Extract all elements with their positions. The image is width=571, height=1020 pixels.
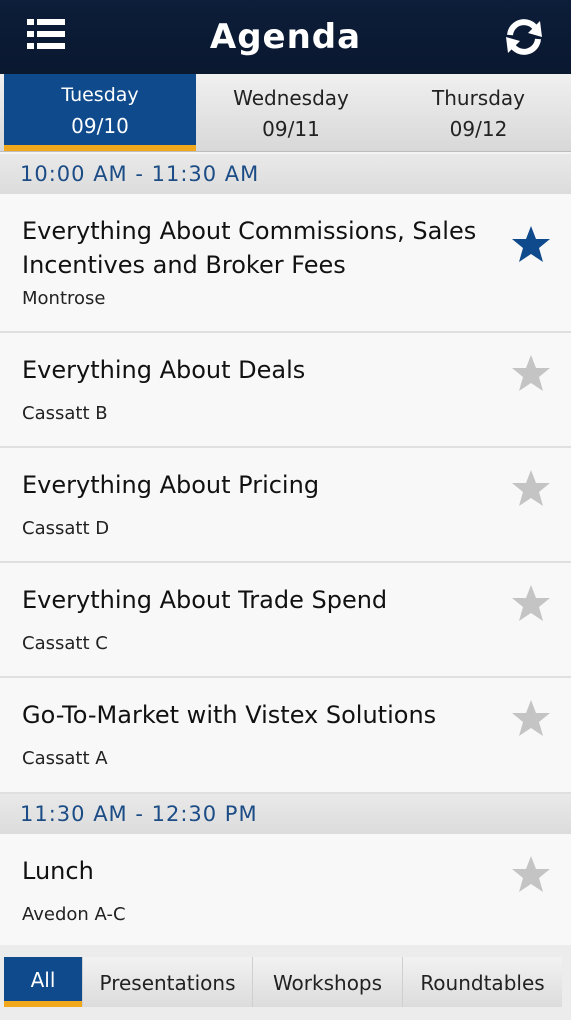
session-item[interactable]: Everything About Pricing Cassatt D <box>0 448 571 563</box>
session-title: Go-To-Market with Vistex Solutions <box>22 701 437 729</box>
filter-all[interactable]: All <box>4 957 82 1007</box>
tab-day-name: Thursday <box>432 86 525 110</box>
tab-wednesday[interactable]: Wednesday 09/11 <box>196 74 386 151</box>
session-title: Everything About Deals <box>22 356 306 384</box>
time-slot-header: 11:30 AM - 12:30 PM <box>0 794 571 834</box>
session-room: Cassatt A <box>22 748 108 769</box>
session-title: Everything About Pricing <box>22 471 320 499</box>
session-item[interactable]: Lunch Avedon A-C <box>0 834 571 946</box>
session-item[interactable]: Everything About Trade Spend Cassatt C <box>0 563 571 678</box>
session-room: Cassatt B <box>22 403 108 424</box>
session-title: Lunch <box>22 857 94 885</box>
session-item[interactable]: Everything About Deals Cassatt B <box>0 333 571 448</box>
tab-tuesday[interactable]: Tuesday 09/10 <box>4 74 196 151</box>
session-room: Cassatt C <box>22 633 108 654</box>
filter-presentations[interactable]: Presentations <box>82 957 252 1007</box>
page-title: Agenda <box>209 17 362 57</box>
tab-day-name: Tuesday <box>61 84 139 106</box>
filter-roundtables[interactable]: Roundtables <box>402 957 562 1007</box>
favorite-star-icon[interactable] <box>511 224 551 264</box>
session-title: Everything About Commissions, Sales Ince… <box>22 217 477 279</box>
favorite-star-icon[interactable] <box>511 583 551 623</box>
time-slot-header: 10:00 AM - 11:30 AM <box>0 154 571 194</box>
tab-day-date: 09/12 <box>449 117 508 141</box>
favorite-star-icon[interactable] <box>511 698 551 738</box>
app-header: Agenda <box>0 0 571 74</box>
filter-workshops[interactable]: Workshops <box>252 957 402 1007</box>
session-title: Everything About Trade Spend <box>22 586 388 614</box>
session-room: Avedon A-C <box>22 904 126 925</box>
session-item[interactable]: Go-To-Market with Vistex Solutions Cassa… <box>0 678 571 794</box>
session-room: Montrose <box>22 288 106 309</box>
tab-day-name: Wednesday <box>233 86 349 110</box>
tab-day-date: 09/10 <box>71 114 129 138</box>
favorite-star-icon[interactable] <box>511 468 551 508</box>
refresh-icon[interactable] <box>502 17 546 57</box>
day-tabs: Tuesday 09/10 Wednesday 09/11 Thursday 0… <box>0 74 571 152</box>
filter-bar: All Presentations Workshops Roundtables <box>0 945 571 1020</box>
favorite-star-icon[interactable] <box>511 854 551 894</box>
hamburger-menu-icon[interactable] <box>27 17 65 51</box>
session-room: Cassatt D <box>22 518 110 539</box>
favorite-star-icon[interactable] <box>511 353 551 393</box>
tab-day-date: 09/11 <box>262 117 320 141</box>
tab-thursday[interactable]: Thursday 09/12 <box>386 74 571 151</box>
session-item[interactable]: Everything About Commissions, Sales Ince… <box>0 194 571 333</box>
